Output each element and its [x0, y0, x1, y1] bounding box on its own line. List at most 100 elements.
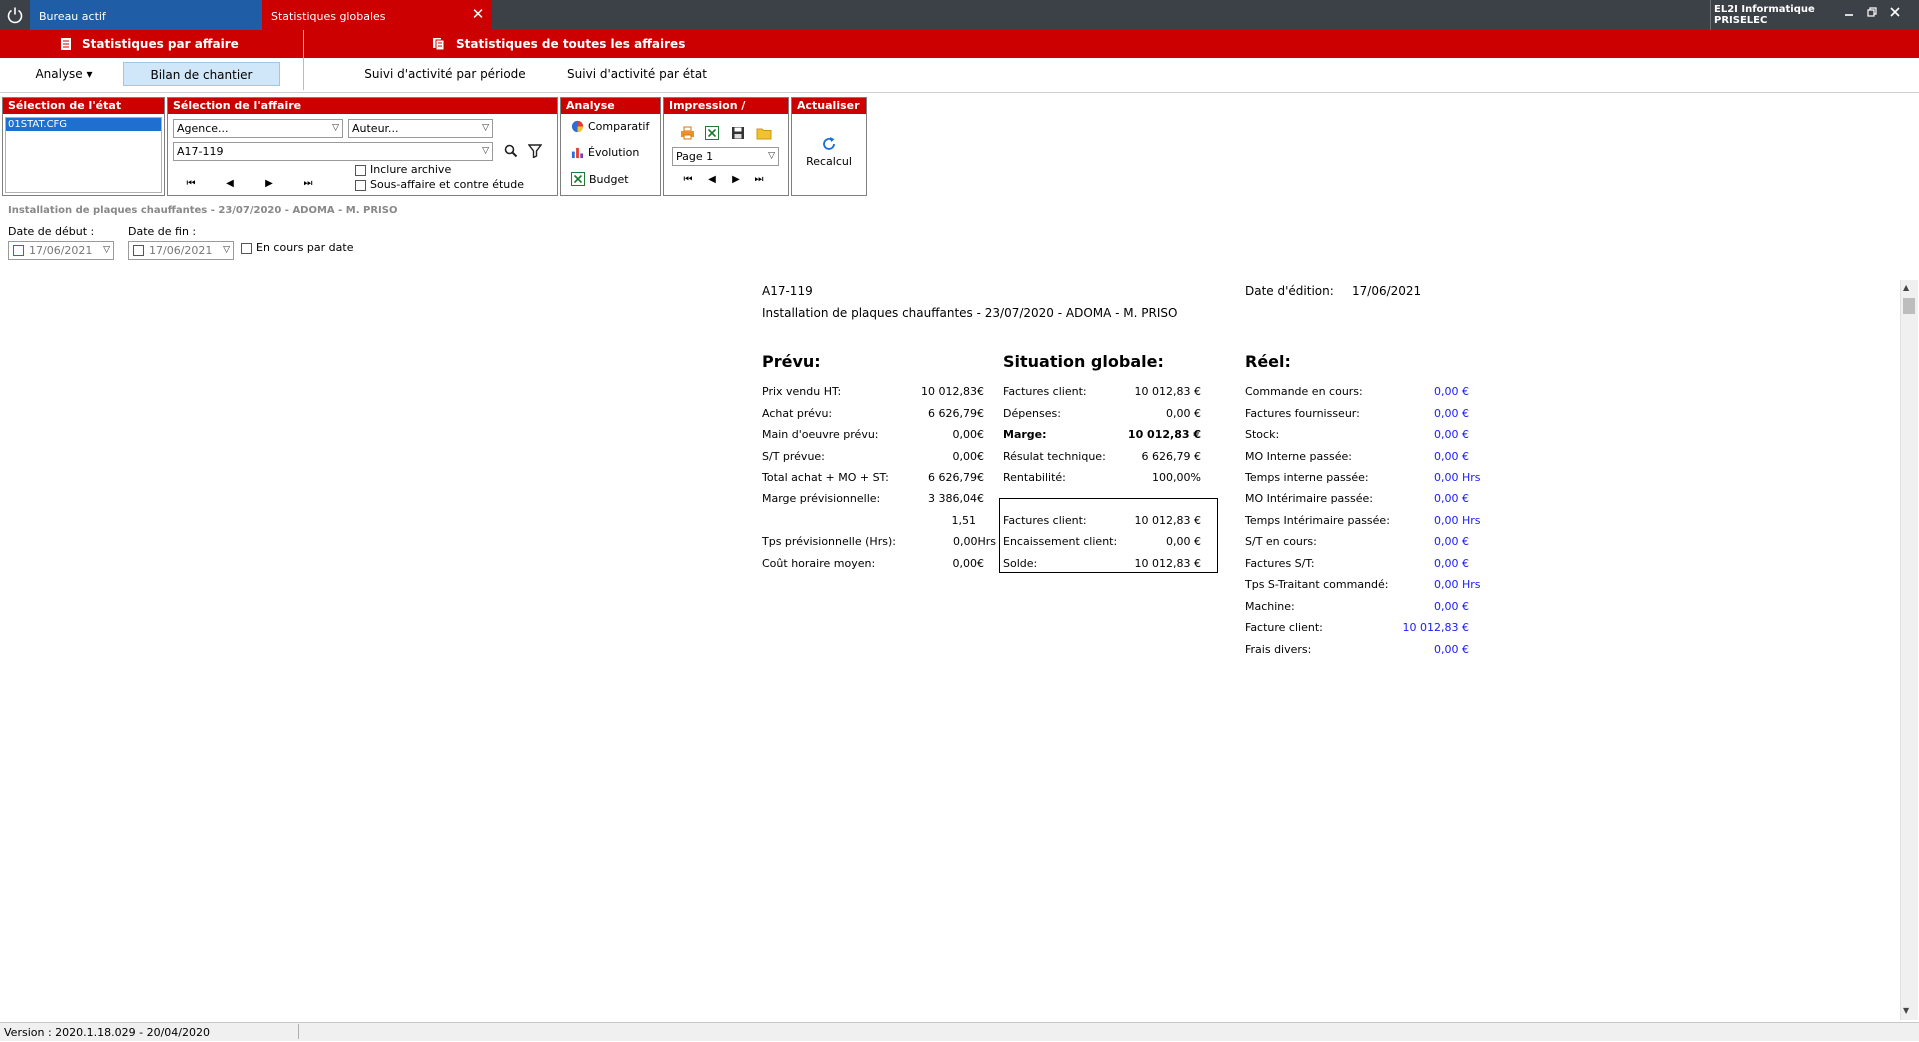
reel-value: 0,00 €: [1434, 450, 1469, 463]
suivi-etat-tab[interactable]: Suivi d'activité par état: [560, 62, 714, 86]
agence-select[interactable]: Agence... ▽: [173, 119, 343, 138]
selection-affaire-group: Sélection de l'affaire Agence... ▽ Auteur…: [167, 97, 558, 196]
reel-label: Temps Intérimaire passée:: [1245, 514, 1390, 527]
menu-stats-toutes-affaires-label: Statistiques de toutes les affaires: [456, 37, 686, 51]
prevu-label: Marge prévisionnelle:: [762, 492, 881, 505]
reel-label: MO Intérimaire passée:: [1245, 492, 1374, 505]
evolution-button[interactable]: Évolution: [571, 146, 639, 159]
menu-stats-par-affaire-label: Statistiques par affaire: [82, 37, 239, 51]
globale-value: 10 012,83 €: [1134, 385, 1201, 398]
prevu-label: Total achat + MO + ST:: [762, 471, 889, 484]
en-cours-label: En cours par date: [256, 241, 354, 254]
en-cours-checkbox[interactable]: [241, 243, 252, 254]
analyse-dropdown[interactable]: Analyse ▾: [28, 62, 100, 86]
reel-value: 0,00 Hrs: [1434, 578, 1481, 591]
first-icon[interactable]: ⏮: [183, 178, 199, 189]
previous-icon[interactable]: ◀: [222, 178, 238, 189]
reel-label: Factures fournisseur:: [1245, 407, 1360, 420]
budget-button[interactable]: Budget: [571, 172, 629, 186]
auteur-value: Auteur...: [352, 122, 399, 135]
date-fin-picker[interactable]: 17/06/2021 ▽: [128, 241, 234, 260]
page-value: Page 1: [676, 150, 714, 163]
date-debut-value: 17/06/2021: [29, 244, 93, 257]
prevu-label: Prix vendu HT:: [762, 385, 842, 398]
edition-date: 17/06/2021: [1352, 284, 1422, 298]
date-fin-label: Date de fin :: [128, 225, 197, 238]
chevron-down-icon: ▽: [103, 245, 110, 255]
comparatif-button[interactable]: Comparatif: [571, 120, 649, 133]
globale-title: Situation globale:: [1003, 352, 1164, 371]
solde-box-value: 0,00 €: [1166, 535, 1201, 548]
reel-label: Tps S-Traitant commandé:: [1245, 578, 1389, 591]
scroll-down-icon[interactable]: ▼: [1903, 1006, 1909, 1015]
report-description: Installation de plaques chauffantes - 23…: [762, 306, 1178, 320]
date-debut-picker[interactable]: 17/06/2021 ▽: [8, 241, 114, 260]
save-icon[interactable]: [731, 126, 745, 143]
suivi-periode-tab[interactable]: Suivi d'activité par période: [358, 62, 532, 86]
chevron-down-icon: ▽: [768, 151, 775, 161]
folder-icon[interactable]: [756, 126, 772, 143]
last-page-icon[interactable]: ⏭: [751, 174, 767, 185]
status-divider: [298, 1024, 299, 1039]
prevu-title: Prévu:: [762, 352, 821, 371]
etat-list-item[interactable]: 01STAT.CFG: [6, 118, 161, 131]
chevron-down-icon: ▽: [332, 123, 339, 133]
prevu-value: 6 626,79€: [928, 471, 984, 484]
prevu-value: 10 012,83€: [921, 385, 984, 398]
page-select[interactable]: Page 1 ▽: [672, 147, 779, 166]
prevu-value: 3 386,04€: [928, 492, 984, 505]
reel-value: 0,00 €: [1434, 535, 1469, 548]
print-icon[interactable]: [680, 126, 695, 143]
recalcul-button[interactable]: Recalcul: [792, 136, 866, 168]
vertical-scrollbar[interactable]: [1900, 280, 1918, 1020]
menu-stats-toutes-affaires[interactable]: Statistiques de toutes les affaires: [432, 30, 685, 58]
minimize-icon[interactable]: [1840, 6, 1858, 24]
etat-list[interactable]: 01STAT.CFG: [5, 117, 162, 193]
report-code: A17-119: [762, 284, 813, 298]
prevu-label: Achat prévu:: [762, 407, 833, 420]
scroll-up-icon[interactable]: ▲: [1903, 283, 1909, 292]
auteur-select[interactable]: Auteur... ▽: [348, 119, 493, 138]
sous-affaire-label: Sous-affaire et contre étude: [370, 178, 525, 191]
power-icon[interactable]: [0, 0, 30, 30]
bilan-de-chantier-tab[interactable]: Bilan de chantier: [123, 62, 280, 86]
excel-export-icon[interactable]: [705, 126, 719, 143]
tab-statistiques-globales[interactable]: Statistiques globales: [262, 0, 492, 30]
date-debut-checkbox[interactable]: [13, 245, 24, 256]
budget-label: Budget: [589, 172, 629, 186]
reel-label: S/T en cours:: [1245, 535, 1317, 548]
affaire-caption: Installation de plaques chauffantes - 23…: [8, 205, 398, 216]
prevu-label: S/T prévue:: [762, 450, 825, 463]
scrollbar-thumb[interactable]: [1903, 298, 1915, 314]
solde-box-value: 10 012,83 €: [1134, 514, 1201, 527]
impression-export-group: Impression / Export Page 1 ▽ ⏮ ◀ ▶ ⏭: [663, 97, 789, 196]
first-page-icon[interactable]: ⏮: [680, 174, 696, 185]
reel-value: 0,00 €: [1434, 557, 1469, 570]
previous-page-icon[interactable]: ◀: [704, 174, 720, 185]
restore-icon[interactable]: [1863, 6, 1881, 24]
search-icon[interactable]: [504, 144, 518, 161]
prevu-label: Tps prévisionnelle (Hrs):: [762, 535, 896, 548]
document-icon: [61, 38, 71, 50]
status-bar: Version : 2020.1.18.029 - 20/04/2020: [0, 1022, 1919, 1041]
tab-bureau-actif[interactable]: Bureau actif: [30, 0, 262, 30]
last-icon[interactable]: ⏭: [300, 178, 316, 189]
menu-stats-par-affaire[interactable]: Statistiques par affaire: [60, 30, 239, 58]
next-icon[interactable]: ▶: [261, 178, 277, 189]
comparatif-label: Comparatif: [588, 120, 650, 133]
next-page-icon[interactable]: ▶: [728, 174, 744, 185]
close-window-icon[interactable]: [1886, 6, 1904, 24]
inclure-archive-checkbox[interactable]: [355, 165, 366, 176]
affaire-select[interactable]: A17-119 ▽: [173, 142, 493, 161]
solde-box-label: Factures client:: [1003, 514, 1087, 527]
filter-icon[interactable]: [527, 144, 543, 161]
date-fin-checkbox[interactable]: [133, 245, 144, 256]
close-tab-icon[interactable]: ✕: [468, 4, 488, 24]
date-fin-value: 17/06/2021: [149, 244, 213, 257]
prevu-value: 6 626,79€: [928, 407, 984, 420]
reel-label: Factures S/T:: [1245, 557, 1315, 570]
reel-value: 0,00 Hrs: [1434, 471, 1481, 484]
selection-affaire-title: Sélection de l'affaire: [168, 98, 557, 114]
sous-affaire-checkbox[interactable]: [355, 180, 366, 191]
actualiser-group: Actualiser Recalcul: [791, 97, 867, 196]
